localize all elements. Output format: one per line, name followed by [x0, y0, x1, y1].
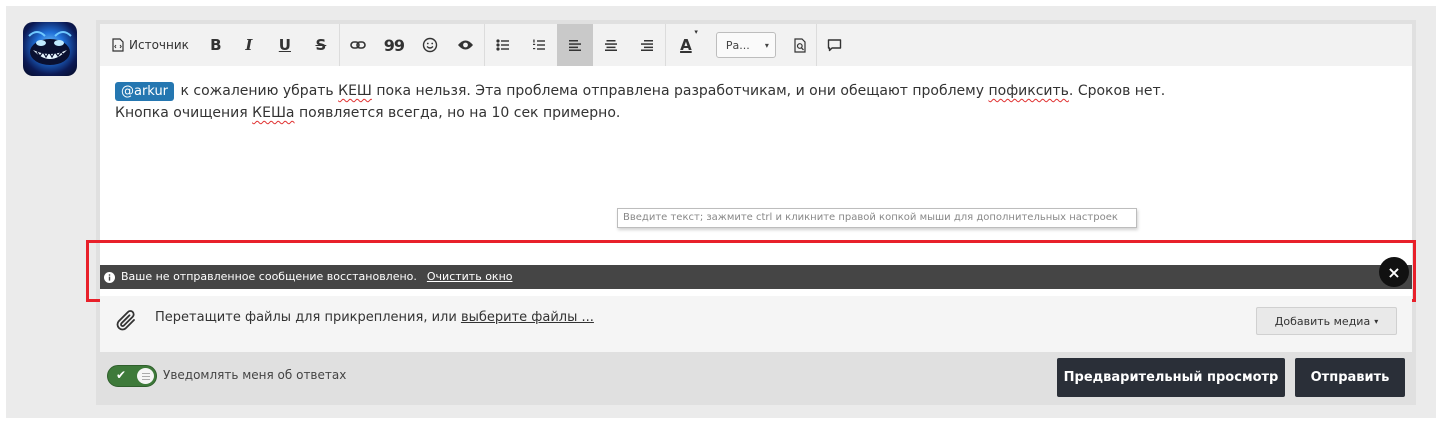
bold-button[interactable]: B [201, 24, 231, 66]
align-right-button[interactable] [629, 24, 665, 66]
text-fragment: к сожалению убрать [176, 83, 339, 99]
message-line-2: Кнопка очищения КЕШа появляется всегда, … [115, 102, 1315, 124]
choose-files-link[interactable]: выберите файлы ... [461, 310, 594, 325]
underline-button[interactable]: U [267, 24, 303, 66]
text-fragment: Кнопка очищения [115, 105, 253, 121]
notify-label: Уведомлять меня об ответах [163, 368, 347, 382]
add-media-label: Добавить медиа [1274, 314, 1371, 328]
preview-submit-button[interactable]: Предварительный просмотр [1057, 358, 1285, 397]
toggle-knob [137, 368, 154, 384]
numbered-list-button[interactable] [521, 24, 557, 66]
preview-icon [794, 37, 806, 53]
align-center-icon [604, 40, 617, 51]
text-color-icon: A [680, 36, 692, 54]
align-right-icon [640, 40, 653, 51]
paperclip-icon [113, 306, 141, 338]
comment-button[interactable] [817, 24, 853, 66]
attach-text: Перетащите файлы для прикрепления, или [155, 310, 461, 325]
paragraph-select-value: Ра... [725, 38, 750, 52]
editor-hint-tooltip: Введите текст; зажмите ctrl и кликните п… [617, 208, 1137, 228]
text-fragment: появляется всегда, но на 10 сек примерно… [294, 105, 621, 121]
smile-icon [422, 37, 438, 53]
clear-window-link[interactable]: Очистить окно [427, 265, 513, 289]
notify-toggle[interactable]: ✔ [107, 365, 157, 387]
bullet-list-button[interactable] [485, 24, 521, 66]
message-line-1: @arkur к сожалению убрать КЕШ пока нельз… [115, 80, 1315, 102]
text-color-button[interactable]: A ▾ [666, 24, 706, 66]
link-button[interactable] [340, 24, 376, 66]
numbered-list-icon [532, 39, 545, 50]
align-left-button[interactable] [556, 24, 593, 66]
add-media-button[interactable]: Добавить медиа ▾ [1256, 307, 1397, 335]
misspelled-word: КЕШ [338, 83, 372, 99]
editor-toolbar: Источник B I U S 99 A ▾ Ра... ▾ [100, 24, 1412, 66]
paragraph-style-select[interactable]: Ра... ▾ [715, 32, 776, 58]
preview-button[interactable] [786, 24, 816, 66]
strikethrough-button[interactable]: S [303, 24, 339, 66]
source-button[interactable]: Источник [100, 24, 201, 66]
quote-button[interactable]: 99 [376, 24, 412, 66]
misspelled-word: пофиксить [988, 83, 1069, 99]
italic-button[interactable]: I [231, 24, 267, 66]
user-avatar[interactable] [23, 22, 77, 76]
bullet-list-icon [496, 39, 509, 51]
align-center-button[interactable] [593, 24, 629, 66]
chevron-down-icon: ▾ [764, 40, 769, 50]
spoiler-eye-icon [458, 40, 474, 50]
source-icon [112, 38, 124, 52]
spoiler-button[interactable] [448, 24, 484, 66]
text-fragment: . Сроков нет. [1068, 83, 1166, 99]
comment-icon [828, 38, 842, 51]
source-label: Источник [129, 38, 189, 52]
smilies-button[interactable] [412, 24, 448, 66]
check-icon: ✔ [116, 368, 127, 382]
link-icon [350, 41, 366, 49]
notice-message: Ваше не отправленное сообщение восстанов… [121, 270, 417, 283]
close-icon[interactable]: × [1379, 257, 1409, 287]
chevron-down-icon: ▾ [1374, 316, 1379, 326]
text-fragment: пока нельзя. Эта проблема отправлена раз… [371, 83, 989, 99]
message-content[interactable]: @arkur к сожалению убрать КЕШ пока нельз… [115, 80, 1315, 124]
misspelled-word: КЕШа [252, 105, 295, 121]
chevron-down-icon: ▾ [694, 28, 698, 36]
info-icon [104, 271, 115, 283]
align-left-icon [568, 40, 581, 51]
attach-instructions: Перетащите файлы для прикрепления, или в… [155, 310, 594, 325]
user-mention[interactable]: @arkur [115, 82, 175, 101]
send-button[interactable]: Отправить [1295, 358, 1405, 397]
draft-restored-notice: Ваше не отправленное сообщение восстанов… [100, 265, 1412, 289]
